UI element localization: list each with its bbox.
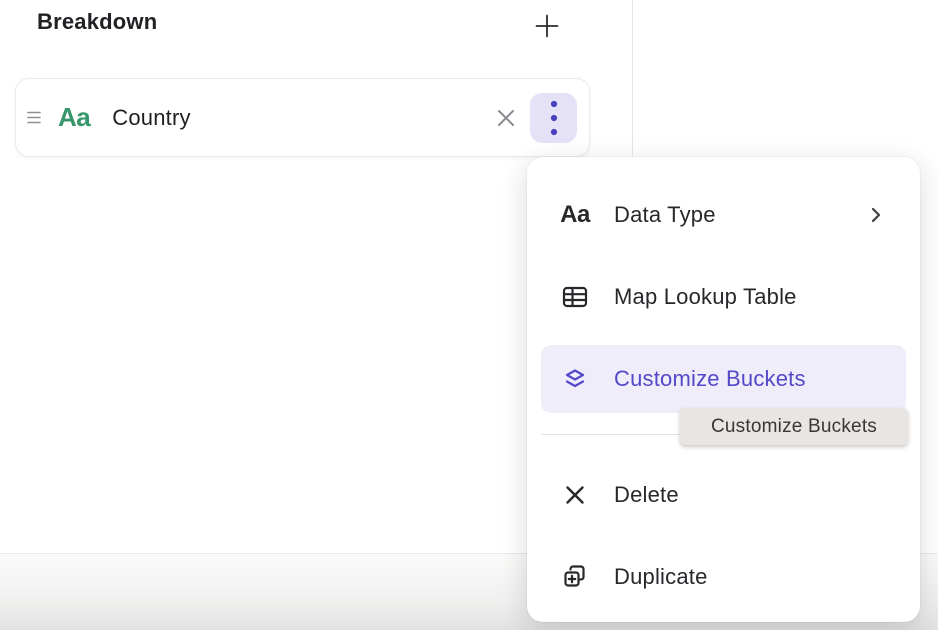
field-context-menu: Aa Data Type Map Lookup Table: [527, 157, 920, 622]
menu-item-duplicate[interactable]: Duplicate: [541, 543, 906, 611]
text-type-icon: Aa: [560, 201, 590, 229]
x-icon: [560, 484, 590, 506]
page-title: Breakdown: [37, 9, 157, 35]
plus-icon: [533, 12, 561, 40]
text-type-icon: Aa: [58, 102, 90, 133]
field-label: Country: [112, 105, 190, 131]
menu-item-label: Data Type: [614, 202, 716, 228]
chevron-right-icon: [868, 205, 884, 225]
menu-item-delete[interactable]: Delete: [541, 461, 906, 529]
menu-item-map-lookup-table[interactable]: Map Lookup Table: [541, 263, 906, 331]
field-menu-button[interactable]: [530, 93, 577, 143]
remove-field-button[interactable]: [488, 100, 524, 136]
table-icon: [560, 285, 590, 309]
menu-item-data-type[interactable]: Aa Data Type: [541, 181, 906, 249]
menu-item-label: Map Lookup Table: [614, 284, 797, 310]
customize-buckets-tooltip: Customize Buckets: [680, 408, 908, 445]
breakdown-field-card: Aa Country: [15, 78, 590, 157]
close-icon: [494, 106, 518, 130]
drag-handle-icon[interactable]: [16, 111, 52, 124]
menu-item-label: Duplicate: [614, 564, 708, 590]
add-breakdown-button[interactable]: [530, 9, 564, 43]
menu-item-label: Delete: [614, 482, 679, 508]
menu-item-customize-buckets[interactable]: Customize Buckets: [541, 345, 906, 413]
kebab-icon: [549, 99, 559, 137]
copy-plus-icon: [560, 564, 590, 590]
breakdown-panel: Breakdown Aa Country: [0, 0, 938, 630]
stack-icon: [560, 366, 590, 392]
menu-item-label: Customize Buckets: [614, 366, 806, 392]
